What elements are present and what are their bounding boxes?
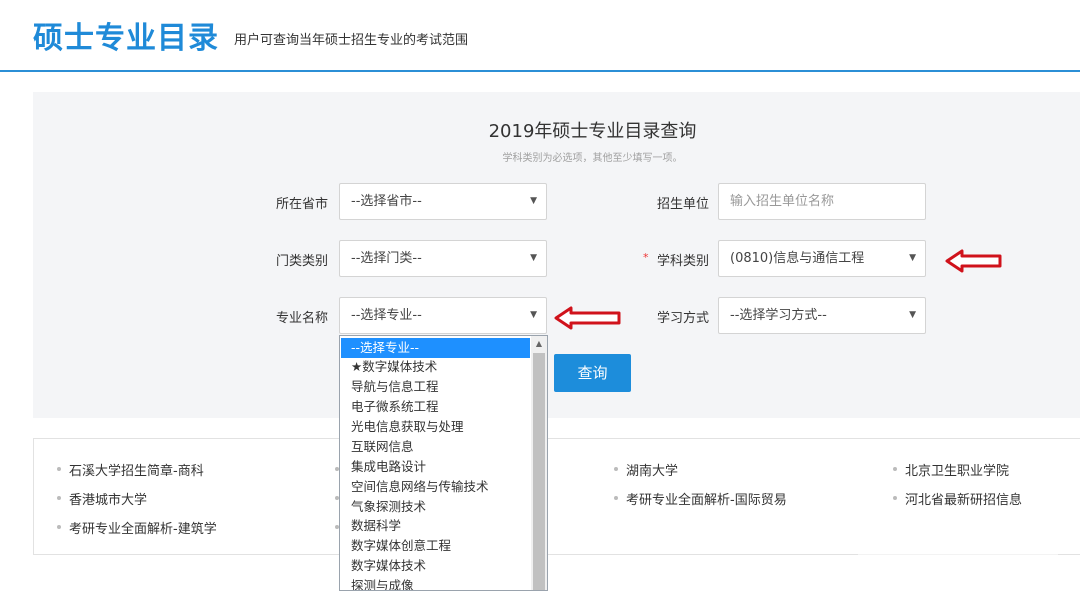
study-mode-select-value: --选择学习方式-- xyxy=(730,308,827,323)
category-select[interactable]: --选择门类-- ▼ xyxy=(339,240,547,277)
link-item[interactable]: 河北省最新研招信息 xyxy=(905,489,1022,508)
major-dropdown-list[interactable]: --选择专业-- ★数字媒体技术 导航与信息工程 电子微系统工程 光电信息获取与… xyxy=(339,335,548,591)
watermark xyxy=(858,534,1058,568)
arrow-left-icon xyxy=(945,249,1002,273)
discipline-select[interactable]: (0810)信息与通信工程 ▼ xyxy=(718,240,926,277)
search-title: 2019年硕士专业目录查询 xyxy=(488,121,697,142)
study-mode-label: 学习方式 xyxy=(656,311,709,326)
bullet-icon xyxy=(614,496,618,500)
dropdown-option[interactable]: 互联网信息 xyxy=(341,437,530,457)
bullet-icon xyxy=(893,467,897,471)
dropdown-option[interactable]: ★数字媒体技术 xyxy=(341,357,530,377)
link-item[interactable]: 湖南大学 xyxy=(626,460,678,479)
page-title: 硕士专业目录 xyxy=(33,21,219,56)
unit-input[interactable]: 输入招生单位名称 xyxy=(718,183,926,220)
province-select-value: --选择省市-- xyxy=(351,194,422,209)
category-select-value: --选择门类-- xyxy=(351,251,422,266)
major-select[interactable]: --选择专业-- ▼ xyxy=(339,297,547,334)
dropdown-option[interactable]: 光电信息获取与处理 xyxy=(341,417,530,437)
bullet-icon xyxy=(57,467,61,471)
study-mode-select[interactable]: --选择学习方式-- ▼ xyxy=(718,297,926,334)
dropdown-option[interactable]: 探测与成像 xyxy=(341,576,530,590)
dropdown-option[interactable]: 空间信息网络与传输技术 xyxy=(341,477,530,497)
link-item[interactable]: 香港城市大学 xyxy=(69,489,147,508)
chevron-down-icon: ▼ xyxy=(909,310,916,320)
bullet-icon xyxy=(614,467,618,471)
link-item[interactable]: 考研专业全面解析-建筑学 xyxy=(69,518,217,537)
unit-label: 招生单位 xyxy=(656,197,709,212)
category-label: 门类类别 xyxy=(275,254,328,269)
dropdown-option[interactable]: 电子微系统工程 xyxy=(341,397,530,417)
dropdown-option[interactable]: 气象探测技术 xyxy=(341,497,530,517)
query-button[interactable]: 查询 xyxy=(554,354,631,392)
dropdown-option[interactable]: 导航与信息工程 xyxy=(341,377,530,397)
scrollbar-thumb[interactable] xyxy=(533,353,545,590)
discipline-label: 学科类别 xyxy=(656,254,709,269)
chevron-down-icon: ▼ xyxy=(530,310,537,320)
dropdown-option[interactable]: 数字媒体创意工程 xyxy=(341,536,530,556)
province-select[interactable]: --选择省市-- ▼ xyxy=(339,183,547,220)
page-header: 硕士专业目录 用户可查询当年硕士招生专业的考试范围 xyxy=(0,0,1080,72)
chevron-down-icon: ▼ xyxy=(909,253,916,263)
bullet-icon xyxy=(893,496,897,500)
dropdown-option[interactable]: 数据科学 xyxy=(341,516,530,536)
discipline-select-value: (0810)信息与通信工程 xyxy=(730,251,865,266)
dropdown-option[interactable]: 集成电路设计 xyxy=(341,457,530,477)
major-label: 专业名称 xyxy=(275,311,328,326)
link-item[interactable]: 考研专业全面解析-国际贸易 xyxy=(626,489,787,508)
chevron-down-icon: ▼ xyxy=(530,196,537,206)
province-label: 所在省市 xyxy=(275,197,328,212)
link-item[interactable]: 北京卫生职业学院 xyxy=(905,460,1009,479)
link-item[interactable]: 石溪大学招生简章-商科 xyxy=(69,460,204,479)
major-select-value: --选择专业-- xyxy=(351,308,422,323)
arrow-left-icon xyxy=(554,306,621,330)
dropdown-option[interactable]: 数字媒体技术 xyxy=(341,556,530,576)
bullet-icon xyxy=(57,525,61,529)
scroll-up-icon[interactable]: ▲ xyxy=(531,336,547,352)
header-divider xyxy=(0,70,1080,72)
chevron-down-icon: ▼ xyxy=(530,253,537,263)
page-subtitle: 用户可查询当年硕士招生专业的考试范围 xyxy=(234,33,469,48)
search-hint: 学科类别为必选项，其他至少填写一项。 xyxy=(502,153,683,164)
dropdown-option[interactable]: --选择专业-- xyxy=(341,338,530,358)
unit-input-placeholder: 输入招生单位名称 xyxy=(730,194,835,209)
bullet-icon xyxy=(57,496,61,500)
